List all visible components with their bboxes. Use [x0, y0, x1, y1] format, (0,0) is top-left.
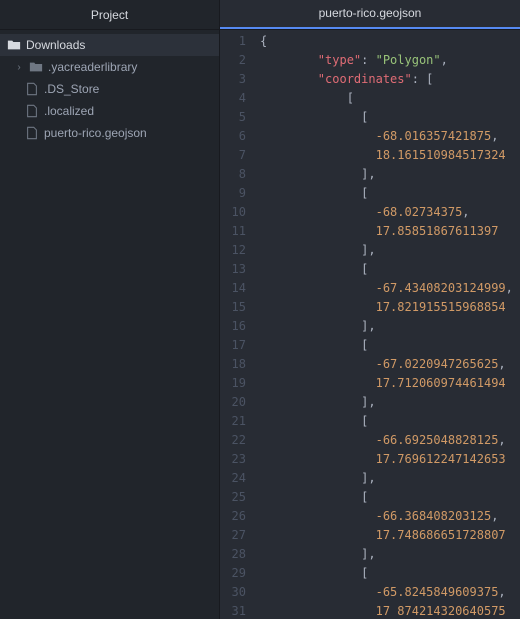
- line-number: 29: [220, 564, 246, 583]
- code-line[interactable]: -68.016357421875,: [260, 127, 520, 146]
- code-line[interactable]: 17.769612247142653: [260, 450, 520, 469]
- tab-bar: puerto-rico.geojson: [220, 0, 520, 30]
- line-number-gutter: 1234567891011121314151617181920212223242…: [220, 30, 254, 619]
- code-line[interactable]: 17 874214320640575: [260, 602, 520, 619]
- line-number: 27: [220, 526, 246, 545]
- line-number: 25: [220, 488, 246, 507]
- line-number: 9: [220, 184, 246, 203]
- sidebar-header: Project: [0, 0, 219, 30]
- line-number: 22: [220, 431, 246, 450]
- tree-item-localized[interactable]: .localized: [0, 100, 219, 122]
- code-line[interactable]: 17.85851867611397: [260, 222, 520, 241]
- code-line[interactable]: [: [260, 336, 520, 355]
- code-line[interactable]: [: [260, 184, 520, 203]
- line-number: 1: [220, 32, 246, 51]
- file-tree: Downloads › .yacreaderlibrary .DS_Store: [0, 30, 219, 144]
- line-number: 26: [220, 507, 246, 526]
- line-number: 14: [220, 279, 246, 298]
- code-line[interactable]: -66.368408203125,: [260, 507, 520, 526]
- code-line[interactable]: [: [260, 412, 520, 431]
- file-icon: [24, 81, 40, 97]
- app-root: Project Downloads › .yacreaderlibrary: [0, 0, 520, 619]
- sidebar-title: Project: [91, 8, 128, 22]
- code-line[interactable]: ],: [260, 545, 520, 564]
- code-line[interactable]: -65.8245849609375,: [260, 583, 520, 602]
- line-number: 13: [220, 260, 246, 279]
- file-icon: [24, 103, 40, 119]
- code-line[interactable]: -67.0220947265625,: [260, 355, 520, 374]
- code-line[interactable]: [: [260, 89, 520, 108]
- code-line[interactable]: ],: [260, 317, 520, 336]
- code-line[interactable]: 17.821915515968854: [260, 298, 520, 317]
- code-line[interactable]: "type": "Polygon",: [260, 51, 520, 70]
- line-number: 11: [220, 222, 246, 241]
- line-number: 12: [220, 241, 246, 260]
- line-number: 31: [220, 602, 246, 619]
- code-line[interactable]: 17.748686651728807: [260, 526, 520, 545]
- file-icon: [24, 125, 40, 141]
- line-number: 19: [220, 374, 246, 393]
- line-number: 3: [220, 70, 246, 89]
- line-number: 16: [220, 317, 246, 336]
- tree-item-label: .yacreaderlibrary: [48, 60, 137, 74]
- line-number: 10: [220, 203, 246, 222]
- line-number: 23: [220, 450, 246, 469]
- line-number: 4: [220, 89, 246, 108]
- code-line[interactable]: [: [260, 260, 520, 279]
- code-line[interactable]: [: [260, 488, 520, 507]
- line-number: 8: [220, 165, 246, 184]
- folder-icon: [28, 59, 44, 75]
- line-number: 15: [220, 298, 246, 317]
- code-line[interactable]: [: [260, 108, 520, 127]
- code-line[interactable]: 17.712060974461494: [260, 374, 520, 393]
- tree-item-yacreaderlibrary[interactable]: › .yacreaderlibrary: [0, 56, 219, 78]
- line-number: 30: [220, 583, 246, 602]
- tree-item-geojson[interactable]: puerto-rico.geojson: [0, 122, 219, 144]
- file-tree-sidebar: Project Downloads › .yacreaderlibrary: [0, 0, 220, 619]
- chevron-right-icon[interactable]: ›: [14, 62, 24, 73]
- line-number: 28: [220, 545, 246, 564]
- line-number: 5: [220, 108, 246, 127]
- tree-item-label: .DS_Store: [44, 82, 99, 96]
- code-line[interactable]: ],: [260, 241, 520, 260]
- code-content[interactable]: { "type": "Polygon", "coordinates": [ [ …: [254, 30, 520, 619]
- line-number: 2: [220, 51, 246, 70]
- line-number: 24: [220, 469, 246, 488]
- folder-open-icon: [6, 37, 22, 53]
- code-line[interactable]: ],: [260, 165, 520, 184]
- tab-active[interactable]: puerto-rico.geojson: [220, 0, 520, 29]
- tab-title: puerto-rico.geojson: [319, 6, 422, 20]
- line-number: 17: [220, 336, 246, 355]
- code-line[interactable]: -67.43408203124999,: [260, 279, 520, 298]
- code-line[interactable]: ],: [260, 469, 520, 488]
- code-line[interactable]: {: [260, 32, 520, 51]
- code-line[interactable]: [: [260, 564, 520, 583]
- code-line[interactable]: "coordinates": [: [260, 70, 520, 89]
- code-line[interactable]: 18.161510984517324: [260, 146, 520, 165]
- tree-item-label: puerto-rico.geojson: [44, 126, 147, 140]
- tree-root-downloads[interactable]: Downloads: [0, 34, 219, 56]
- code-line[interactable]: -68.02734375,: [260, 203, 520, 222]
- tree-item-dsstore[interactable]: .DS_Store: [0, 78, 219, 100]
- line-number: 18: [220, 355, 246, 374]
- line-number: 6: [220, 127, 246, 146]
- tree-root-label: Downloads: [26, 38, 85, 52]
- code-line[interactable]: ],: [260, 393, 520, 412]
- line-number: 21: [220, 412, 246, 431]
- line-number: 7: [220, 146, 246, 165]
- editor-pane: puerto-rico.geojson 12345678910111213141…: [220, 0, 520, 619]
- code-editor[interactable]: 1234567891011121314151617181920212223242…: [220, 30, 520, 619]
- code-line[interactable]: -66.6925048828125,: [260, 431, 520, 450]
- line-number: 20: [220, 393, 246, 412]
- tree-item-label: .localized: [44, 104, 94, 118]
